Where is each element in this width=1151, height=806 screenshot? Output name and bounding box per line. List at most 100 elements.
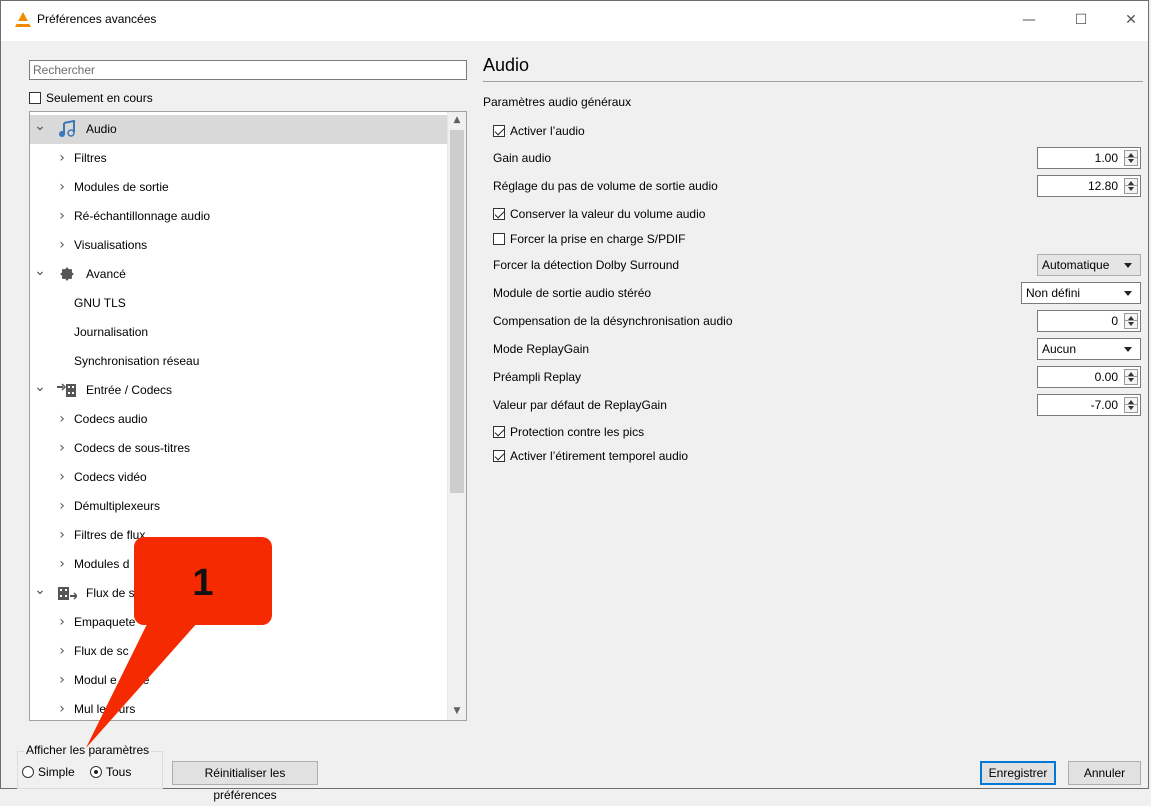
chevron-down-icon [1124, 291, 1132, 296]
replaygain-mode-select[interactable]: Aucun [1037, 338, 1141, 360]
tree-item[interactable]: Journalisation [30, 318, 448, 347]
close-button[interactable]: ✕ [1114, 8, 1148, 32]
tree-item[interactable]: › Visualisations [30, 231, 448, 260]
desync-spinbox[interactable]: 0 [1037, 310, 1141, 332]
chevron-down-icon[interactable]: ⌄ [34, 260, 46, 282]
scroll-up-arrow-icon[interactable]: ▲ [448, 112, 466, 129]
chevron-right-icon[interactable]: › [56, 521, 68, 550]
category-tree[interactable]: › Mul lexeurs › Modul e sortie › Flux de sc › E… [29, 111, 467, 721]
desync-spin-arrows-icon[interactable] [1124, 313, 1138, 329]
tree-item[interactable]: › Modul e sortie [30, 666, 448, 695]
keep-volume-checkbox[interactable] [493, 207, 505, 220]
replaygain-default-spin-arrows-icon[interactable] [1124, 397, 1138, 413]
chevron-right-icon[interactable]: › [56, 492, 68, 521]
tree-item-label: Avancé [86, 267, 126, 281]
radio-simple[interactable]: Simple [22, 764, 75, 779]
tree-item[interactable]: Synchronisation réseau [30, 347, 448, 376]
chevron-down-icon[interactable]: ⌄ [34, 115, 46, 137]
replaygain-mode-value: Aucun [1042, 342, 1077, 356]
tree-item-label: Codecs de sous-titres [74, 441, 191, 455]
chevron-right-icon[interactable]: › [56, 637, 68, 666]
gain-spinbox[interactable]: 1.00 [1037, 147, 1141, 169]
section-subtitle: Paramètres audio généraux [483, 95, 632, 109]
volume-step-spinbox[interactable]: 12.80 [1037, 175, 1141, 197]
enable-audio-checkbox[interactable] [493, 124, 505, 137]
gain-spin-arrows-icon[interactable] [1124, 150, 1138, 166]
show-settings-group: Afficher les paramètres Simple Tous [17, 743, 163, 789]
only-current-option[interactable]: Seulement en cours [29, 90, 153, 105]
search-field[interactable] [29, 60, 467, 80]
peak-protection-option[interactable]: Protection contre les pics [493, 424, 644, 439]
time-stretch-option[interactable]: Activer l’étirement temporel audio [493, 448, 688, 463]
tree-item[interactable]: › Démultiplexeurs [30, 492, 448, 521]
tree-item[interactable]: ⌄ Audio [30, 115, 448, 144]
stereo-select[interactable]: Non défini [1021, 282, 1141, 304]
radio-all-circle[interactable] [90, 765, 102, 778]
chevron-right-icon[interactable]: › [56, 550, 68, 579]
chevron-right-icon[interactable]: › [56, 231, 68, 260]
preamp-spinbox[interactable]: 0.00 [1037, 366, 1141, 388]
enable-audio-option[interactable]: Activer l’audio [493, 123, 585, 138]
chevron-right-icon[interactable]: › [56, 695, 68, 720]
force-spdif-option[interactable]: Forcer la prise en charge S/PDIF [493, 231, 685, 246]
chevron-right-icon[interactable]: › [56, 608, 68, 637]
replaygain-default-spinbox[interactable]: -7.00 [1037, 394, 1141, 416]
save-button[interactable]: Enregistrer [980, 761, 1056, 785]
tree-item[interactable]: GNU TLS [30, 289, 448, 318]
tree-item-label: Filtres [74, 151, 107, 165]
show-settings-title: Afficher les paramètres [24, 743, 152, 757]
minimize-button[interactable]: — [1012, 8, 1046, 32]
preamp-spin-arrows-icon[interactable] [1124, 369, 1138, 385]
chevron-right-icon[interactable]: › [56, 463, 68, 492]
search-input[interactable] [30, 61, 466, 79]
chevron-down-icon[interactable]: ⌄ [34, 579, 46, 601]
force-spdif-checkbox[interactable] [493, 232, 505, 245]
tree-item-label: Modules d [74, 557, 130, 571]
preamp-value: 0.00 [1094, 370, 1118, 384]
chevron-right-icon[interactable]: › [56, 144, 68, 173]
tree-item[interactable]: › Ré-échantillonnage audio [30, 202, 448, 231]
tree-scrollbar[interactable]: ▲ ▼ [447, 112, 466, 720]
tree-item[interactable]: › Codecs vidéo [30, 463, 448, 492]
radio-simple-circle[interactable] [22, 765, 34, 778]
tree-item[interactable]: › Mul lexeurs [30, 695, 448, 720]
title-divider [483, 81, 1143, 82]
tree-item[interactable]: ⌄ Avancé [30, 260, 448, 289]
peak-protection-checkbox[interactable] [493, 425, 505, 438]
annotation-badge: 1 [134, 537, 272, 625]
chevron-right-icon[interactable]: › [56, 202, 68, 231]
dolby-select[interactable]: Automatique [1037, 254, 1141, 276]
tree-item[interactable]: › Flux de sc [30, 637, 448, 666]
scroll-down-arrow-icon[interactable]: ▼ [448, 703, 466, 720]
desync-value: 0 [1111, 314, 1118, 328]
tree-item-label: Flux de s [86, 586, 135, 600]
chevron-right-icon[interactable]: › [56, 434, 68, 463]
keep-volume-option[interactable]: Conserver la valeur du volume audio [493, 206, 705, 221]
radio-all-label: Tous [106, 764, 132, 779]
volume-step-spin-arrows-icon[interactable] [1124, 178, 1138, 194]
dolby-label: Forcer la détection Dolby Surround [493, 258, 680, 272]
chevron-down-icon [1124, 263, 1132, 268]
tree-item[interactable]: › Filtres [30, 144, 448, 173]
scroll-thumb[interactable] [450, 130, 464, 493]
tree-item-label: Entrée / Codecs [86, 383, 173, 397]
cancel-button[interactable]: Annuler [1068, 761, 1141, 785]
tree-item-label: Audio [86, 122, 117, 136]
reset-preferences-button[interactable]: Réinitialiser les préférences [172, 761, 318, 802]
tree-item[interactable]: › Codecs audio [30, 405, 448, 434]
desync-label: Compensation de la désynchronisation aud… [493, 314, 733, 328]
chevron-down-icon [1124, 347, 1132, 352]
chevron-right-icon[interactable]: › [56, 173, 68, 202]
radio-all[interactable]: Tous [90, 764, 131, 779]
time-stretch-checkbox[interactable] [493, 449, 505, 462]
tree-item[interactable]: ⌄ Entrée / Codecs [30, 376, 448, 405]
tree-item[interactable]: › Modules de sortie [30, 173, 448, 202]
chevron-right-icon[interactable]: › [56, 405, 68, 434]
keep-volume-label: Conserver la valeur du volume audio [510, 206, 706, 221]
only-current-checkbox[interactable] [29, 91, 41, 104]
chevron-right-icon[interactable]: › [56, 666, 68, 695]
tree-item[interactable]: › Codecs de sous-titres [30, 434, 448, 463]
tree-item-label: Codecs vidéo [74, 470, 147, 484]
maximize-button[interactable]: ☐ [1064, 8, 1098, 32]
chevron-down-icon[interactable]: ⌄ [34, 376, 46, 398]
